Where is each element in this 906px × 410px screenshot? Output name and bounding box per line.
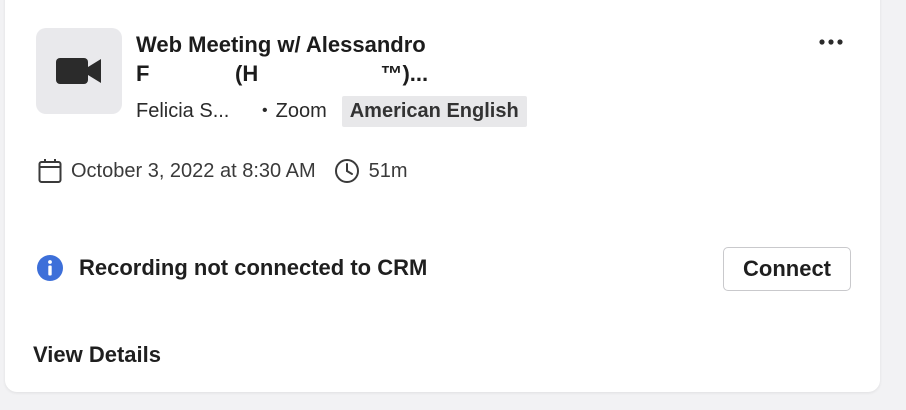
meeting-duration: 51m [368, 159, 408, 182]
recording-card: Web Meeting w/ Alessandro F (H ™)... Fel… [5, 0, 880, 392]
clock-icon [334, 158, 360, 184]
meeting-title-line-1: Web Meeting w/ Alessandro [136, 32, 426, 57]
crm-status: Recording not connected to CRM [36, 252, 427, 284]
meeting-date: October 3, 2022 at 8:30 AM [71, 159, 316, 182]
meta-separator: • [262, 102, 268, 119]
meeting-title-line-2: F (H ™)... [136, 61, 429, 86]
connect-button[interactable]: Connect [723, 247, 851, 291]
meeting-title[interactable]: Web Meeting w/ Alessandro F (H ™)... [136, 30, 516, 88]
meeting-owner: Felicia S... [136, 99, 230, 122]
calendar-icon [38, 158, 62, 184]
meeting-thumbnail [36, 28, 122, 114]
crm-status-text: Recording not connected to CRM [79, 255, 428, 280]
meeting-platform: Zoom [275, 99, 327, 122]
language-tag: American English [341, 95, 527, 127]
more-options-button[interactable] [817, 32, 845, 52]
view-details-link[interactable]: View Details [33, 342, 161, 368]
more-horizontal-icon [819, 39, 843, 45]
video-camera-icon [56, 58, 101, 84]
meeting-meta: Felicia S... • Zoom American English [136, 95, 527, 127]
info-icon [36, 254, 64, 282]
meeting-schedule: October 3, 2022 at 8:30 AM 51m [38, 156, 408, 186]
